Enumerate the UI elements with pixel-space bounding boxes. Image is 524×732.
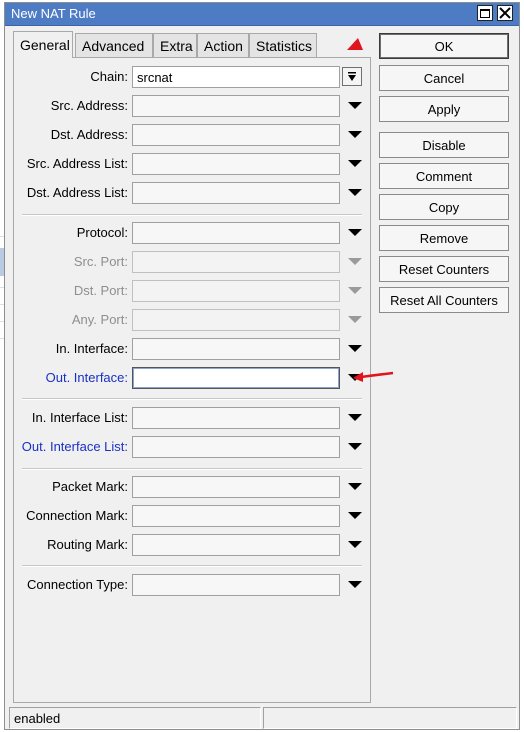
src-address-list-row: Src. Address List: bbox=[14, 153, 370, 175]
connection-mark-label: Connection Mark: bbox=[26, 508, 128, 523]
expand-arrow-icon[interactable] bbox=[348, 483, 362, 491]
dropdown-arrow-icon bbox=[348, 71, 356, 81]
protocol-field[interactable] bbox=[132, 222, 340, 244]
nat-rule-window: New NAT Rule General Advanced Extra Acti… bbox=[4, 2, 520, 730]
dst-address-list-label: Dst. Address List: bbox=[26, 185, 128, 200]
maximize-button[interactable] bbox=[477, 5, 493, 21]
expand-arrow-icon[interactable] bbox=[348, 581, 362, 589]
tab-statistics[interactable]: Statistics bbox=[249, 33, 317, 57]
src-address-field[interactable] bbox=[132, 95, 340, 117]
dst-port-row: Dst. Port: bbox=[14, 280, 370, 302]
in-interface-list-label: In. Interface List: bbox=[31, 410, 128, 425]
expand-arrow-icon[interactable] bbox=[348, 131, 362, 139]
apply-button[interactable]: Apply bbox=[379, 96, 509, 122]
dst-port-field bbox=[132, 280, 340, 302]
src-address-row: Src. Address: bbox=[14, 95, 370, 117]
connection-type-field[interactable] bbox=[132, 574, 340, 596]
status-right-cell bbox=[263, 707, 517, 729]
disable-button[interactable]: Disable bbox=[379, 132, 509, 158]
chain-label: Chain: bbox=[90, 69, 128, 84]
tab-general[interactable]: General bbox=[13, 31, 73, 58]
close-icon bbox=[499, 7, 511, 19]
out-interface-list-row: Out. Interface List: bbox=[14, 436, 370, 458]
any-port-field bbox=[132, 309, 340, 331]
dst-address-list-field[interactable] bbox=[132, 182, 340, 204]
dst-address-row: Dst. Address: bbox=[14, 124, 370, 146]
window-title: New NAT Rule bbox=[11, 6, 96, 21]
packet-mark-field[interactable] bbox=[132, 476, 340, 498]
in-interface-label: In. Interface: bbox=[55, 341, 128, 356]
section-divider bbox=[22, 398, 362, 400]
annotation-triangle-icon bbox=[347, 38, 363, 50]
title-bar[interactable]: New NAT Rule bbox=[5, 3, 519, 26]
out-interface-list-label: Out. Interface List: bbox=[21, 439, 128, 454]
src-address-list-field[interactable] bbox=[132, 153, 340, 175]
in-interface-row: In. Interface: bbox=[14, 338, 370, 360]
protocol-label: Protocol: bbox=[76, 225, 128, 240]
protocol-row: Protocol: bbox=[14, 222, 370, 244]
expand-arrow-icon bbox=[348, 287, 362, 294]
general-tab-panel: Chain: srcnat Src. Address: Dst. Address… bbox=[13, 57, 371, 703]
any-port-label: Any. Port: bbox=[71, 312, 128, 327]
connection-type-label: Connection Type: bbox=[27, 577, 128, 592]
status-text: enabled bbox=[9, 707, 261, 729]
chain-row: Chain: srcnat bbox=[14, 66, 370, 88]
reset-all-counters-button[interactable]: Reset All Counters bbox=[379, 287, 509, 313]
src-address-list-label: Src. Address List: bbox=[26, 156, 128, 171]
comment-button[interactable]: Comment bbox=[379, 163, 509, 189]
in-interface-list-field[interactable] bbox=[132, 407, 340, 429]
cancel-button[interactable]: Cancel bbox=[379, 65, 509, 91]
expand-arrow-icon[interactable] bbox=[348, 512, 362, 520]
connection-mark-field[interactable] bbox=[132, 505, 340, 527]
out-interface-list-field[interactable] bbox=[132, 436, 340, 458]
status-bar: enabled bbox=[9, 707, 517, 729]
expand-arrow-icon[interactable] bbox=[348, 443, 362, 451]
chain-dropdown-button[interactable] bbox=[342, 67, 362, 86]
expand-arrow-icon[interactable] bbox=[348, 345, 362, 353]
remove-button[interactable]: Remove bbox=[379, 225, 509, 251]
dst-address-list-row: Dst. Address List: bbox=[14, 182, 370, 204]
expand-arrow-icon[interactable] bbox=[348, 229, 362, 237]
copy-button[interactable]: Copy bbox=[379, 194, 509, 220]
chain-field[interactable]: srcnat bbox=[132, 66, 340, 88]
section-divider bbox=[22, 214, 362, 216]
out-interface-field[interactable] bbox=[132, 367, 340, 389]
in-interface-field[interactable] bbox=[132, 338, 340, 360]
src-port-field bbox=[132, 251, 340, 273]
connection-type-row: Connection Type: bbox=[14, 574, 370, 596]
any-port-row: Any. Port: bbox=[14, 309, 370, 331]
src-port-row: Src. Port: bbox=[14, 251, 370, 273]
tab-advanced[interactable]: Advanced bbox=[75, 33, 153, 57]
dst-port-label: Dst. Port: bbox=[73, 283, 128, 298]
expand-arrow-icon[interactable] bbox=[348, 541, 362, 549]
expand-arrow-icon[interactable] bbox=[348, 189, 362, 197]
dst-address-label: Dst. Address: bbox=[50, 127, 128, 142]
in-interface-list-row: In. Interface List: bbox=[14, 407, 370, 429]
connection-mark-row: Connection Mark: bbox=[14, 505, 370, 527]
src-address-label: Src. Address: bbox=[50, 98, 128, 113]
dst-address-field[interactable] bbox=[132, 124, 340, 146]
tab-extra[interactable]: Extra bbox=[153, 33, 197, 57]
ok-button[interactable]: OK bbox=[379, 33, 509, 59]
maximize-icon bbox=[480, 8, 490, 18]
src-port-label: Src. Port: bbox=[73, 254, 128, 269]
out-interface-row: Out. Interface: bbox=[14, 367, 370, 389]
packet-mark-label: Packet Mark: bbox=[52, 479, 128, 494]
expand-arrow-icon[interactable] bbox=[348, 102, 362, 110]
close-button[interactable] bbox=[497, 5, 513, 21]
expand-arrow-icon bbox=[348, 258, 362, 265]
expand-arrow-icon[interactable] bbox=[348, 160, 362, 168]
routing-mark-label: Routing Mark: bbox=[47, 537, 128, 552]
packet-mark-row: Packet Mark: bbox=[14, 476, 370, 498]
annotation-arrow-icon bbox=[353, 371, 394, 382]
section-divider bbox=[22, 468, 362, 470]
section-divider bbox=[22, 565, 362, 567]
reset-counters-button[interactable]: Reset Counters bbox=[379, 256, 509, 282]
expand-arrow-icon[interactable] bbox=[348, 414, 362, 422]
routing-mark-field[interactable] bbox=[132, 534, 340, 556]
tab-action[interactable]: Action bbox=[197, 33, 249, 57]
routing-mark-row: Routing Mark: bbox=[14, 534, 370, 556]
out-interface-label: Out. Interface: bbox=[45, 370, 128, 385]
expand-arrow-icon bbox=[348, 316, 362, 323]
